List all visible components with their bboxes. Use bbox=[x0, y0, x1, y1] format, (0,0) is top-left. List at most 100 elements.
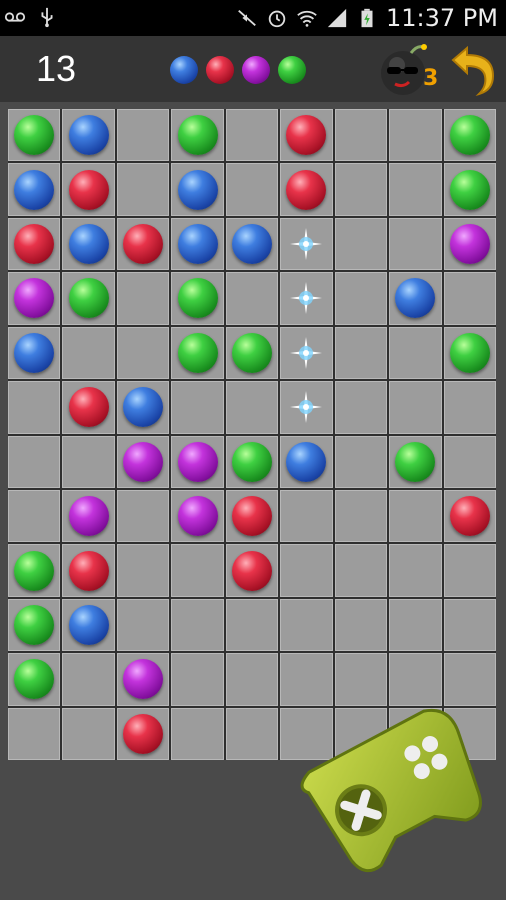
board-cell[interactable] bbox=[280, 217, 333, 271]
board-cell[interactable] bbox=[334, 109, 388, 162]
board-cell[interactable] bbox=[8, 109, 61, 162]
board-cell[interactable] bbox=[116, 272, 170, 325]
board-cell[interactable] bbox=[8, 544, 61, 597]
board-cell[interactable] bbox=[280, 489, 333, 543]
board-cell[interactable] bbox=[8, 653, 61, 706]
board-cell[interactable] bbox=[116, 653, 170, 706]
board-cell[interactable] bbox=[443, 272, 496, 325]
board-cell[interactable] bbox=[389, 435, 442, 488]
ball-green[interactable] bbox=[14, 550, 55, 591]
ball-green[interactable] bbox=[177, 332, 218, 373]
board-cell[interactable] bbox=[62, 163, 115, 216]
ball-blue[interactable] bbox=[68, 224, 109, 265]
board-cell[interactable] bbox=[443, 381, 496, 434]
board-cell[interactable] bbox=[171, 381, 224, 434]
ball-purple[interactable] bbox=[68, 496, 109, 537]
ball-blue[interactable] bbox=[286, 441, 327, 482]
board-cell[interactable] bbox=[280, 435, 333, 488]
board-cell[interactable] bbox=[334, 598, 388, 652]
board-cell[interactable] bbox=[62, 544, 115, 597]
ball-green[interactable] bbox=[449, 115, 490, 156]
ball-green[interactable] bbox=[14, 115, 55, 156]
ball-blue[interactable] bbox=[14, 169, 55, 210]
board-cell[interactable] bbox=[171, 163, 224, 216]
ball-green[interactable] bbox=[68, 278, 109, 319]
ball-green[interactable] bbox=[449, 169, 490, 210]
board-cell[interactable] bbox=[8, 707, 61, 760]
board-cell[interactable] bbox=[225, 163, 279, 216]
board-cell[interactable] bbox=[225, 217, 279, 271]
ball-blue[interactable] bbox=[14, 332, 55, 373]
board-cell[interactable] bbox=[389, 381, 442, 434]
board-cell[interactable] bbox=[225, 544, 279, 597]
board-cell[interactable] bbox=[389, 598, 442, 652]
board-cell[interactable] bbox=[171, 272, 224, 325]
board-cell[interactable] bbox=[62, 489, 115, 543]
ball-green[interactable] bbox=[231, 441, 272, 482]
undo-icon[interactable] bbox=[443, 42, 499, 98]
board-cell[interactable] bbox=[334, 163, 388, 216]
board-cell[interactable] bbox=[443, 109, 496, 162]
board-cell[interactable] bbox=[116, 217, 170, 271]
board-cell[interactable] bbox=[389, 489, 442, 543]
board-cell[interactable] bbox=[443, 598, 496, 652]
board-cell[interactable] bbox=[280, 598, 333, 652]
board-cell[interactable] bbox=[280, 326, 333, 380]
ball-green[interactable] bbox=[449, 332, 490, 373]
ball-red[interactable] bbox=[123, 713, 164, 754]
board-cell[interactable] bbox=[171, 598, 224, 652]
board-cell[interactable] bbox=[62, 381, 115, 434]
board-cell[interactable] bbox=[8, 489, 61, 543]
board-cell[interactable] bbox=[171, 544, 224, 597]
ball-red[interactable] bbox=[68, 387, 109, 428]
board-cell[interactable] bbox=[116, 163, 170, 216]
board-cell[interactable] bbox=[171, 326, 224, 380]
ball-red[interactable] bbox=[231, 496, 272, 537]
ball-green[interactable] bbox=[14, 604, 55, 645]
board-cell[interactable] bbox=[334, 272, 388, 325]
board-cell[interactable] bbox=[8, 217, 61, 271]
board-cell[interactable] bbox=[389, 326, 442, 380]
ball-purple[interactable] bbox=[14, 278, 55, 319]
ball-purple[interactable] bbox=[123, 659, 164, 700]
board-cell[interactable] bbox=[8, 326, 61, 380]
ball-red[interactable] bbox=[68, 550, 109, 591]
board-cell[interactable] bbox=[225, 653, 279, 706]
board-cell[interactable] bbox=[62, 653, 115, 706]
ball-red[interactable] bbox=[286, 169, 327, 210]
board-cell[interactable] bbox=[116, 381, 170, 434]
ball-blue[interactable] bbox=[231, 224, 272, 265]
board-cell[interactable] bbox=[62, 272, 115, 325]
gamepad-icon[interactable] bbox=[286, 682, 502, 892]
ball-purple[interactable] bbox=[177, 441, 218, 482]
board-cell[interactable] bbox=[225, 326, 279, 380]
board-cell[interactable] bbox=[334, 489, 388, 543]
board-cell[interactable] bbox=[8, 381, 61, 434]
ball-blue[interactable] bbox=[395, 278, 436, 319]
board-cell[interactable] bbox=[62, 217, 115, 271]
board-cell[interactable] bbox=[443, 544, 496, 597]
board-cell[interactable] bbox=[225, 109, 279, 162]
board-cell[interactable] bbox=[116, 707, 170, 760]
board-cell[interactable] bbox=[280, 381, 333, 434]
board-cell[interactable] bbox=[116, 598, 170, 652]
board-cell[interactable] bbox=[389, 217, 442, 271]
ball-red[interactable] bbox=[14, 224, 55, 265]
board-cell[interactable] bbox=[443, 489, 496, 543]
ball-red[interactable] bbox=[286, 115, 327, 156]
ball-red[interactable] bbox=[68, 169, 109, 210]
board-cell[interactable] bbox=[62, 435, 115, 488]
ball-purple[interactable] bbox=[177, 496, 218, 537]
ball-blue[interactable] bbox=[123, 387, 164, 428]
board-cell[interactable] bbox=[280, 544, 333, 597]
board-cell[interactable] bbox=[443, 435, 496, 488]
ball-green[interactable] bbox=[177, 278, 218, 319]
board-cell[interactable] bbox=[443, 217, 496, 271]
board-cell[interactable] bbox=[225, 272, 279, 325]
ball-purple[interactable] bbox=[123, 441, 164, 482]
board-cell[interactable] bbox=[171, 707, 224, 760]
ball-blue[interactable] bbox=[68, 604, 109, 645]
board-cell[interactable] bbox=[8, 163, 61, 216]
board-cell[interactable] bbox=[280, 163, 333, 216]
ball-purple[interactable] bbox=[449, 224, 490, 265]
